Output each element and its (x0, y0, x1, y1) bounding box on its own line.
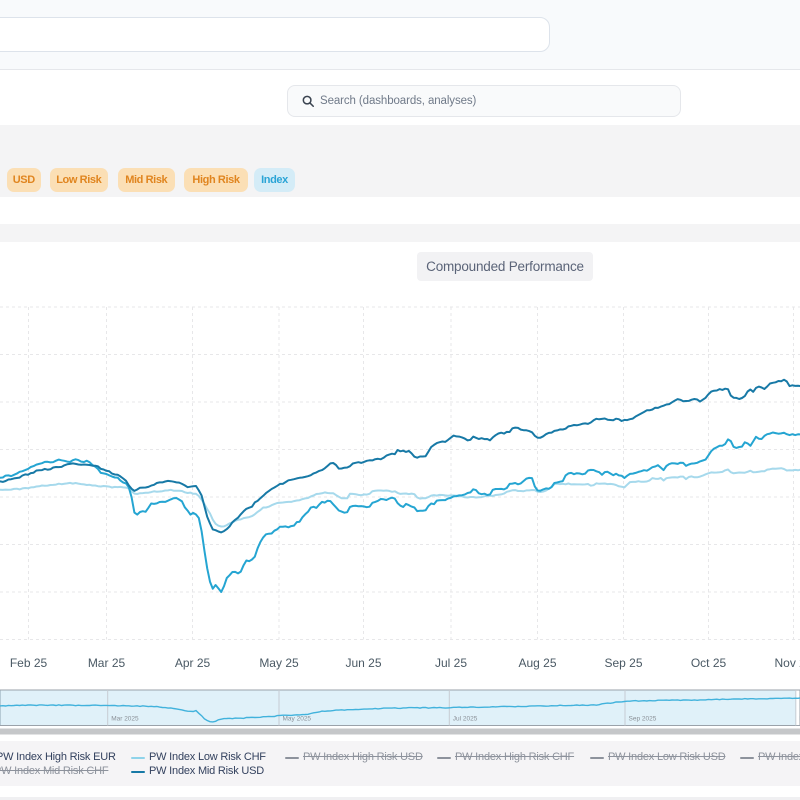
svg-text:Oct 25: Oct 25 (691, 656, 727, 670)
svg-text:Mar 25: Mar 25 (88, 656, 126, 670)
svg-text:Aug 25: Aug 25 (518, 656, 556, 670)
svg-text:Jun 25: Jun 25 (345, 656, 381, 670)
svg-text:Sep 25: Sep 25 (604, 656, 642, 670)
svg-text:Jul 25: Jul 25 (435, 656, 467, 670)
svg-text:May 2025: May 2025 (283, 716, 312, 723)
svg-text:Feb 25: Feb 25 (10, 656, 48, 670)
svg-text:Mar 2025: Mar 2025 (111, 716, 139, 723)
svg-text:Sep 2025: Sep 2025 (629, 716, 657, 723)
svg-text:May 25: May 25 (259, 656, 299, 670)
svg-text:Jul 2025: Jul 2025 (453, 716, 478, 723)
svg-text:Apr 25: Apr 25 (175, 656, 211, 670)
svg-text:Nov 25: Nov 25 (774, 656, 800, 670)
